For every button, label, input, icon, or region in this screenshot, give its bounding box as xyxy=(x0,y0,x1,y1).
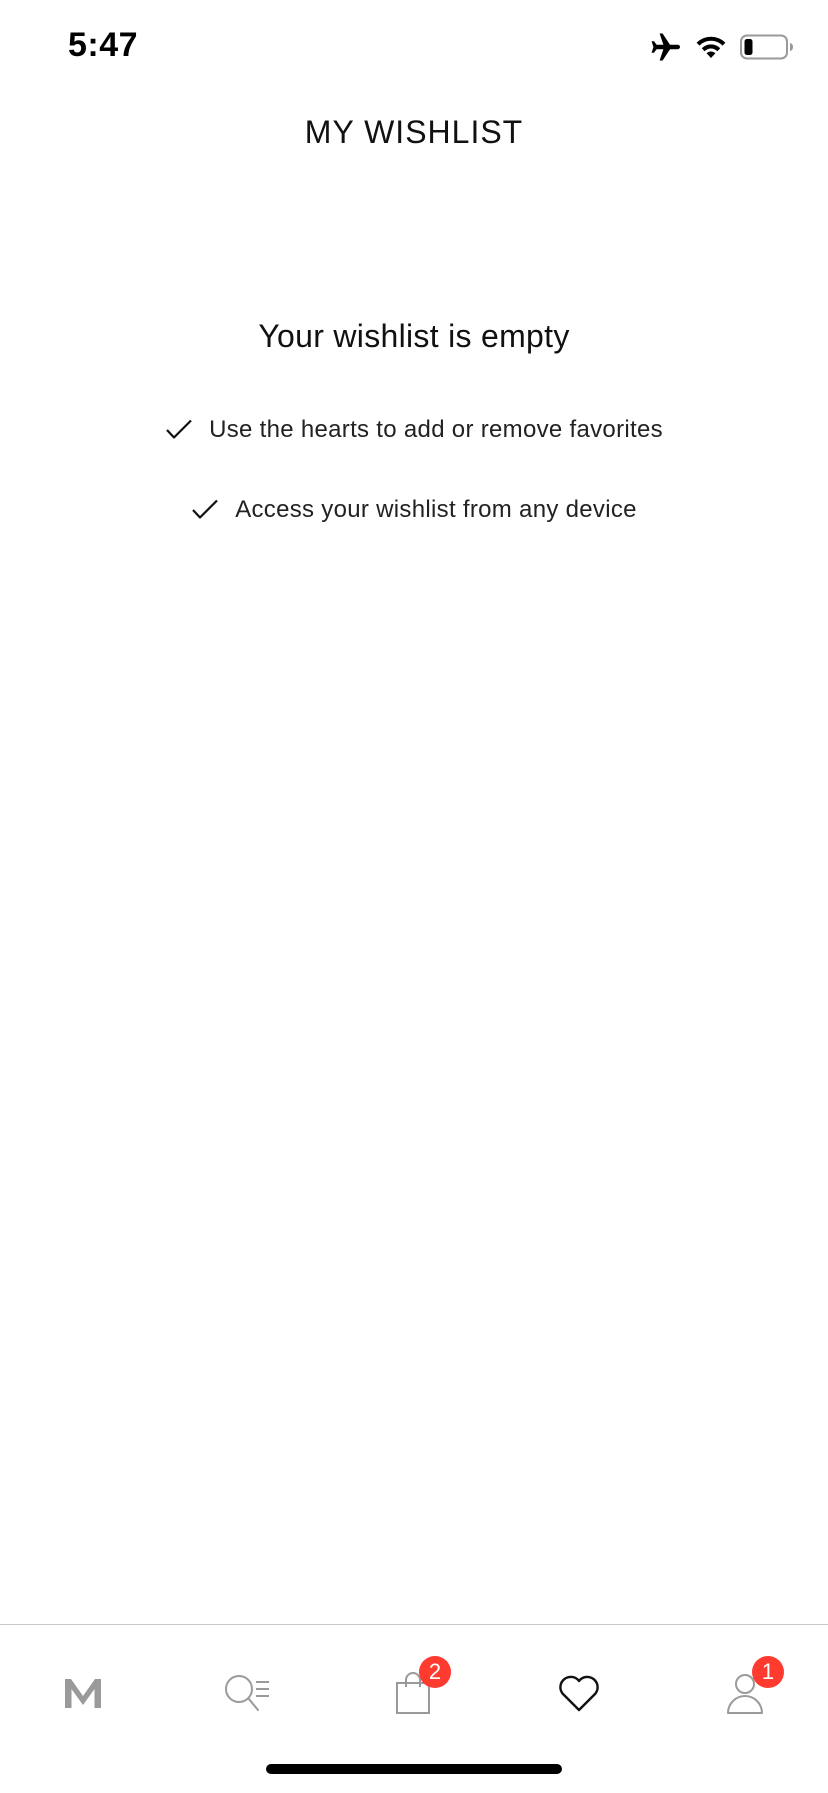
status-icons xyxy=(650,32,794,62)
tab-wishlist[interactable] xyxy=(539,1665,619,1725)
wifi-icon xyxy=(694,34,728,60)
tab-search[interactable] xyxy=(207,1665,287,1725)
tab-home[interactable] xyxy=(43,1665,123,1725)
status-time: 5:47 xyxy=(68,26,139,64)
benefit-text: Access your wishlist from any device xyxy=(235,496,637,523)
checkmark-icon xyxy=(191,498,219,522)
airplane-mode-icon xyxy=(650,32,682,62)
page-title: MY WISHLIST xyxy=(304,114,524,150)
benefit-item: Use the hearts to add or remove favorite… xyxy=(0,416,828,444)
benefit-text: Use the hearts to add or remove favorite… xyxy=(209,416,663,443)
brand-logo-icon xyxy=(63,1676,103,1715)
status-bar: 5:47 xyxy=(0,0,828,100)
home-indicator[interactable] xyxy=(266,1764,562,1774)
battery-icon xyxy=(740,34,794,60)
benefit-item: Access your wishlist from any device xyxy=(0,496,828,524)
heart-icon xyxy=(557,1673,601,1718)
bag-count-badge: 2 xyxy=(419,1656,451,1688)
search-menu-icon xyxy=(223,1673,271,1718)
account-notification-badge: 1 xyxy=(752,1656,784,1688)
checkmark-icon xyxy=(165,418,193,442)
empty-state-heading: Your wishlist is empty xyxy=(258,318,570,354)
